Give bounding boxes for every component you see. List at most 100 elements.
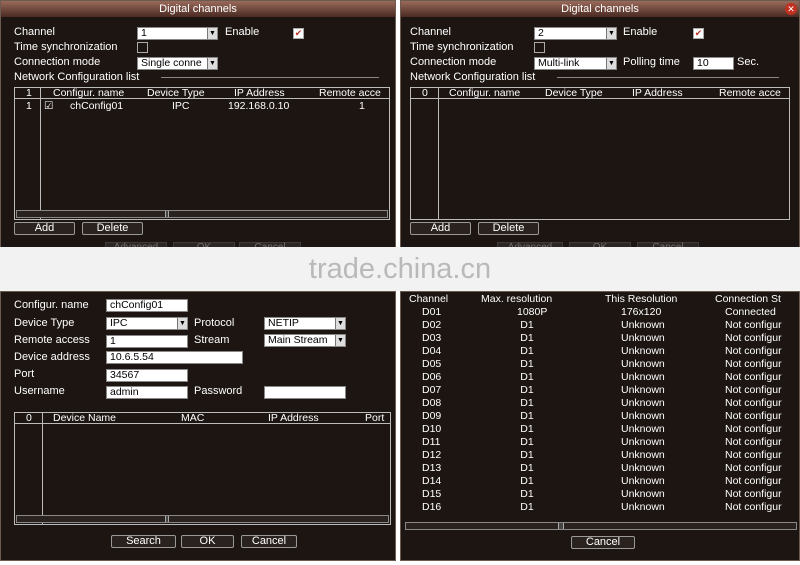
- scrollbar-thumb[interactable]: [165, 211, 169, 217]
- row-connection-status: Not configur: [725, 358, 782, 370]
- row-connection-status: Connected: [725, 306, 776, 318]
- chevron-down-icon: ▼: [335, 335, 345, 346]
- table-row[interactable]: 1 ☑ chConfig01 IPC 192.168.0.10 1: [15, 100, 389, 113]
- password-input[interactable]: [264, 386, 346, 399]
- port-input[interactable]: 34567: [106, 369, 188, 382]
- row-channel: D12: [422, 449, 442, 461]
- row-this-resolution: Unknown: [621, 332, 665, 344]
- cancel-button[interactable]: Cancel: [241, 535, 297, 548]
- enable-checkbox[interactable]: ✔: [293, 28, 304, 39]
- connection-mode-select[interactable]: Single conne ▼: [137, 57, 218, 70]
- stream-value: Main Stream: [268, 334, 328, 346]
- table-row[interactable]: D10 D1 Unknown Not configur: [405, 423, 797, 436]
- add-button[interactable]: Add: [410, 222, 471, 235]
- table-header: 0 Configur. name Device Type IP Address …: [411, 87, 789, 99]
- row-this-resolution: Unknown: [621, 371, 665, 383]
- time-sync-label: Time synchronization: [410, 41, 514, 53]
- device-address-input[interactable]: 10.6.5.54: [106, 351, 243, 364]
- table-row[interactable]: D16 D1 Unknown Not configur: [405, 501, 797, 514]
- col-device-type: Device Type: [147, 87, 205, 99]
- scrollbar-thumb[interactable]: [165, 516, 169, 522]
- stream-select[interactable]: Main Stream ▼: [264, 334, 346, 347]
- row-connection-status: Not configur: [725, 449, 782, 461]
- row-channel: D07: [422, 384, 442, 396]
- row-max-resolution: D1: [520, 423, 534, 435]
- row-this-resolution: Unknown: [621, 449, 665, 461]
- polling-time-input[interactable]: 10: [693, 57, 734, 70]
- table-row[interactable]: D07 D1 Unknown Not configur: [405, 384, 797, 397]
- row-checkbox-icon[interactable]: ☑: [44, 100, 53, 112]
- row-max-resolution: D1: [520, 410, 534, 422]
- username-label: Username: [14, 385, 65, 397]
- close-icon[interactable]: ✕: [785, 3, 797, 15]
- device-address-label: Device address: [14, 351, 90, 363]
- table-row[interactable]: D09 D1 Unknown Not configur: [405, 410, 797, 423]
- table-row[interactable]: D13 D1 Unknown Not configur: [405, 462, 797, 475]
- table-row[interactable]: D12 D1 Unknown Not configur: [405, 449, 797, 462]
- network-config-table: 1 Configur. name Device Type IP Address …: [14, 87, 390, 220]
- horizontal-scrollbar[interactable]: [405, 522, 797, 530]
- add-button[interactable]: Add: [14, 222, 75, 235]
- table-row[interactable]: D05 D1 Unknown Not configur: [405, 358, 797, 371]
- row-this-resolution: Unknown: [621, 423, 665, 435]
- config-name-input[interactable]: chConfig01: [106, 299, 188, 312]
- device-type-select[interactable]: IPC ▼: [106, 317, 188, 330]
- table-row[interactable]: D04 D1 Unknown Not configur: [405, 345, 797, 358]
- delete-button[interactable]: Delete: [82, 222, 143, 235]
- table-row[interactable]: D01 1080P 176x120 Connected: [405, 306, 797, 319]
- row-this-resolution: Unknown: [621, 345, 665, 357]
- port-label: Port: [14, 368, 35, 380]
- remote-access-input[interactable]: 1: [106, 335, 188, 348]
- col-ip-address: IP Address: [632, 87, 683, 99]
- row-channel: D13: [422, 462, 442, 474]
- row-max-resolution: D1: [520, 488, 534, 500]
- channel-select[interactable]: 2 ▼: [534, 27, 617, 40]
- search-button[interactable]: Search: [111, 535, 176, 548]
- ok-button[interactable]: OK: [181, 535, 234, 548]
- config-name-label: Configur. name: [14, 299, 89, 311]
- row-this-resolution: 176x120: [621, 306, 662, 318]
- time-sync-checkbox[interactable]: [137, 42, 148, 53]
- table-row[interactable]: D02 D1 Unknown Not configur: [405, 319, 797, 332]
- section-divider: [161, 77, 379, 78]
- digital-channels-panel-right: Digital channels ✕ Channel 2 ▼ Enable ✔ T…: [400, 0, 800, 254]
- network-config-list-label: Network Configuration list: [14, 71, 140, 83]
- table-row[interactable]: D14 D1 Unknown Not configur: [405, 475, 797, 488]
- channel-status-panel: Channel Max. resolution This Resolution …: [400, 291, 800, 561]
- cancel-button[interactable]: Cancel: [571, 536, 635, 549]
- row-max-resolution: D1: [520, 462, 534, 474]
- table-header: 1 Configur. name Device Type IP Address …: [15, 87, 389, 99]
- time-sync-checkbox[interactable]: [534, 42, 545, 53]
- table-row[interactable]: D11 D1 Unknown Not configur: [405, 436, 797, 449]
- horizontal-scrollbar[interactable]: [16, 210, 388, 218]
- scrollbar-thumb[interactable]: [558, 523, 564, 529]
- connection-mode-select[interactable]: Multi-link ▼: [534, 57, 617, 70]
- protocol-select[interactable]: NETIP ▼: [264, 317, 346, 330]
- enable-checkbox[interactable]: ✔: [693, 28, 704, 39]
- row-max-resolution: D1: [520, 332, 534, 344]
- username-input[interactable]: admin: [106, 386, 188, 399]
- row-this-resolution: Unknown: [621, 410, 665, 422]
- device-type-label: Device Type: [14, 317, 75, 329]
- row-channel: D01: [422, 306, 442, 318]
- row-connection-status: Not configur: [725, 436, 782, 448]
- table-row[interactable]: D15 D1 Unknown Not configur: [405, 488, 797, 501]
- row-this-resolution: Unknown: [621, 436, 665, 448]
- horizontal-scrollbar[interactable]: [16, 515, 389, 523]
- channel-select[interactable]: 1 ▼: [137, 27, 218, 40]
- table-row[interactable]: D03 D1 Unknown Not configur: [405, 332, 797, 345]
- table-row[interactable]: D08 D1 Unknown Not configur: [405, 397, 797, 410]
- remote-access-label: Remote access: [14, 334, 90, 346]
- polling-time-label: Polling time: [623, 56, 680, 68]
- row-connection-status: Not configur: [725, 475, 782, 487]
- column-divider: [42, 413, 43, 524]
- row-channel: D02: [422, 319, 442, 331]
- table-header: 0 Device Name MAC IP Address Port: [15, 412, 390, 424]
- delete-button[interactable]: Delete: [478, 222, 539, 235]
- table-row[interactable]: D06 D1 Unknown Not configur: [405, 371, 797, 384]
- row-channel: D16: [422, 501, 442, 513]
- row-max-resolution: D1: [520, 449, 534, 461]
- table-header: Channel Max. resolution This Resolution …: [405, 292, 797, 305]
- row-max-resolution: D1: [520, 319, 534, 331]
- row-channel: D06: [422, 371, 442, 383]
